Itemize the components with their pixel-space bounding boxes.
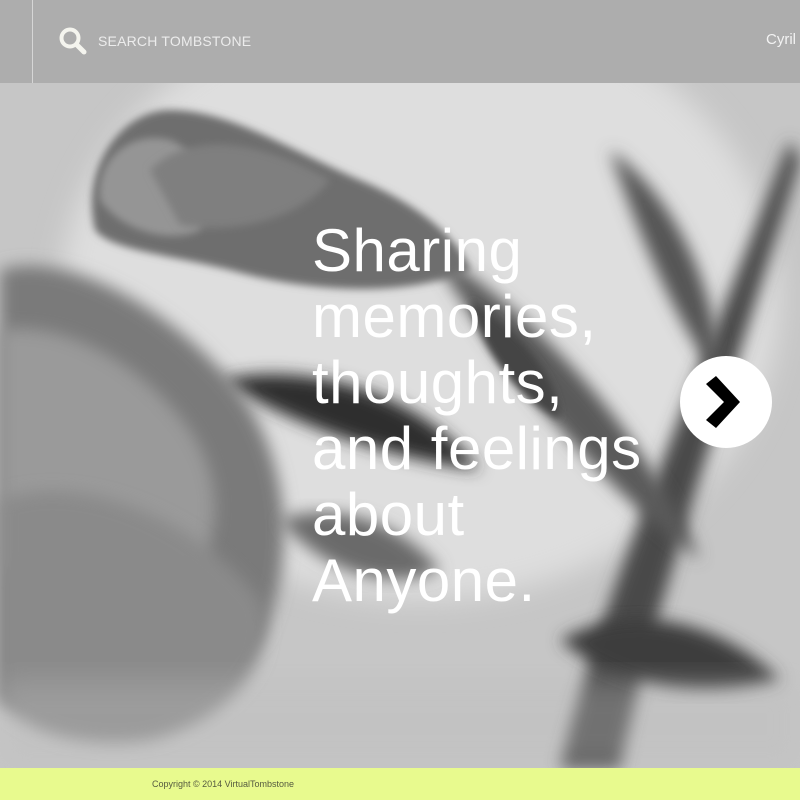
- top-navigation-bar: Cyril: [0, 0, 800, 83]
- hero-background: Sharing memories, thoughts, and feelings…: [0, 0, 800, 768]
- headline-line: Anyone.: [312, 547, 536, 614]
- copyright-text: Copyright © 2014 VirtualTombstone: [152, 779, 295, 789]
- search-button[interactable]: [58, 26, 88, 56]
- hero-headline: Sharing memories, thoughts, and feelings…: [312, 218, 732, 614]
- user-name-link[interactable]: Cyril: [766, 31, 796, 48]
- search-icon: [59, 27, 87, 55]
- headline-line: thoughts,: [312, 349, 564, 416]
- header-divider: [32, 0, 33, 83]
- headline-line: memories,: [312, 283, 597, 350]
- footer: Copyright © 2014 VirtualTombstone: [0, 768, 800, 800]
- headline-line: and feelings: [312, 415, 642, 482]
- page: Sharing memories, thoughts, and feelings…: [0, 0, 800, 800]
- next-slide-button[interactable]: [680, 356, 772, 448]
- headline-line: Sharing: [312, 217, 523, 284]
- headline-line: about: [312, 481, 465, 548]
- chevron-right-icon: [706, 376, 740, 428]
- search-input[interactable]: [98, 30, 398, 52]
